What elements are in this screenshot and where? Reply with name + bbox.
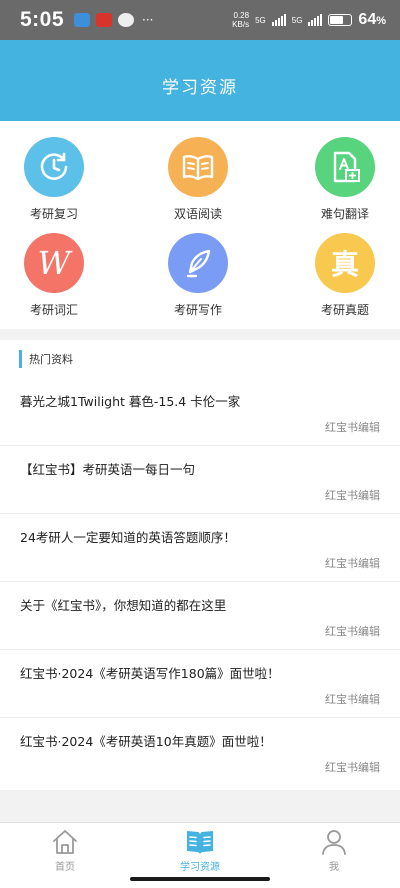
feature-past-exams-label: 考研真题 bbox=[320, 303, 369, 317]
clock-arrow-icon bbox=[40, 152, 68, 180]
user-icon bbox=[322, 830, 346, 855]
article-author: 红宝书编辑 bbox=[325, 761, 380, 774]
battery-icon bbox=[328, 14, 353, 26]
signal-icon-1 bbox=[271, 14, 286, 26]
feature-sentence-translation-circle bbox=[315, 137, 375, 197]
feature-sentence-translation[interactable]: 难句翻译 bbox=[285, 137, 400, 222]
article-title: 【红宝书】考研英语一每日一句 bbox=[20, 462, 196, 477]
status-bar: 5:05 ··· 0.28 KB/s 5G 5G 64% bbox=[0, 0, 400, 40]
more-notifications-icon: ··· bbox=[142, 13, 154, 27]
nav-me-label: 我 bbox=[329, 862, 339, 873]
signal-icon-2 bbox=[308, 14, 323, 26]
article-title: 暮光之城1Twilight 暮色-15.4 卡伦一家 bbox=[20, 394, 241, 409]
nav-learning-resources-label: 学习资源 bbox=[180, 862, 220, 873]
network-speed-value: 0.28 bbox=[233, 11, 250, 20]
feature-review-circle bbox=[24, 137, 84, 197]
article-author: 红宝书编辑 bbox=[325, 625, 380, 638]
avatar-notification-icon bbox=[118, 13, 135, 27]
section-accent-bar bbox=[19, 350, 22, 368]
home-icon bbox=[53, 830, 77, 854]
letter-w-icon: W bbox=[37, 244, 71, 282]
hot-materials-header: 热门资料 bbox=[0, 340, 400, 378]
home-indicator[interactable] bbox=[130, 877, 270, 881]
quill-icon bbox=[186, 249, 211, 278]
status-time: 5:05 bbox=[20, 8, 65, 31]
feature-vocabulary-label: 考研词汇 bbox=[29, 303, 78, 317]
feature-bilingual-reading-circle bbox=[168, 137, 228, 197]
article-author: 红宝书编辑 bbox=[325, 557, 380, 570]
article-title: 关于《红宝书》，你想知道的都在这里 bbox=[20, 598, 227, 613]
hot-materials-title: 热门资料 bbox=[29, 353, 73, 366]
network-speed-unit: KB/s bbox=[232, 20, 250, 29]
feature-review[interactable]: 考研复习 bbox=[0, 137, 114, 222]
feature-review-label: 考研复习 bbox=[29, 207, 78, 221]
hot-materials-section: 热门资料 暮光之城1Twilight 暮色-15.4 卡伦一家 红宝书编辑 【红… bbox=[0, 340, 400, 790]
article-author: 红宝书编辑 bbox=[325, 489, 380, 502]
article-author: 红宝书编辑 bbox=[325, 693, 380, 706]
feature-sentence-translation-label: 难句翻译 bbox=[320, 207, 369, 221]
article-title: 红宝书·2024《考研英语写作180篇》面世啦！ bbox=[20, 666, 280, 681]
feature-grid: 考研复习 双语阅读 难句翻译 W 考研词汇 考研写作 真 考研真题 bbox=[0, 121, 400, 329]
article-item[interactable]: 暮光之城1Twilight 暮色-15.4 卡伦一家 红宝书编辑 bbox=[0, 378, 400, 446]
article-title: 24考研人一定要知道的英语答题顺序！ bbox=[20, 530, 236, 545]
book-icon bbox=[187, 831, 213, 854]
open-book-icon bbox=[182, 155, 214, 181]
article-item[interactable]: 红宝书·2024《考研英语写作180篇》面世啦！ 红宝书编辑 bbox=[0, 650, 400, 718]
feature-writing-circle bbox=[168, 233, 228, 293]
article-author: 红宝书编辑 bbox=[325, 421, 380, 434]
article-item[interactable]: 【红宝书】考研英语一每日一句 红宝书编辑 bbox=[0, 446, 400, 514]
feature-past-exams[interactable]: 真 考研真题 bbox=[285, 233, 400, 318]
article-item[interactable]: 24考研人一定要知道的英语答题顺序！ 红宝书编辑 bbox=[0, 514, 400, 582]
battery-percent: 64% bbox=[358, 11, 386, 28]
network-type-label-1: 5G bbox=[255, 15, 266, 25]
nav-home[interactable]: 首页 bbox=[15, 828, 115, 873]
page-title: 学习资源 bbox=[162, 78, 238, 98]
status-indicators: 0.28 KB/s 5G 5G 64% bbox=[232, 11, 386, 29]
article-title: 红宝书·2024《考研英语10年真题》面世啦！ bbox=[20, 734, 272, 749]
nav-me[interactable]: 我 bbox=[284, 828, 384, 873]
feature-vocabulary[interactable]: W 考研词汇 bbox=[0, 233, 114, 318]
article-item[interactable]: 红宝书·2024《考研英语10年真题》面世啦！ 红宝书编辑 bbox=[0, 718, 400, 786]
app-notification-icon bbox=[96, 13, 113, 27]
network-type-label-2: 5G bbox=[291, 15, 303, 25]
feature-past-exams-circle: 真 bbox=[315, 233, 375, 293]
nav-learning-resources[interactable]: 学习资源 bbox=[150, 828, 250, 873]
article-item[interactable]: 关于《红宝书》，你想知道的都在这里 红宝书编辑 bbox=[0, 582, 400, 650]
feature-bilingual-reading[interactable]: 双语阅读 bbox=[138, 137, 258, 222]
zhen-character-icon: 真 bbox=[330, 248, 359, 281]
feature-writing[interactable]: 考研写作 bbox=[138, 233, 258, 318]
gallery-notification-icon bbox=[74, 13, 91, 27]
page-header: 学习资源 bbox=[0, 40, 400, 121]
feature-writing-label: 考研写作 bbox=[173, 303, 222, 317]
notification-icons: ··· bbox=[74, 13, 153, 27]
nav-home-label: 首页 bbox=[55, 862, 75, 873]
feature-vocabulary-circle: W bbox=[24, 233, 84, 293]
network-speed: 0.28 KB/s bbox=[232, 11, 249, 29]
feature-bilingual-reading-label: 双语阅读 bbox=[173, 207, 222, 221]
document-translate-icon bbox=[333, 151, 360, 183]
